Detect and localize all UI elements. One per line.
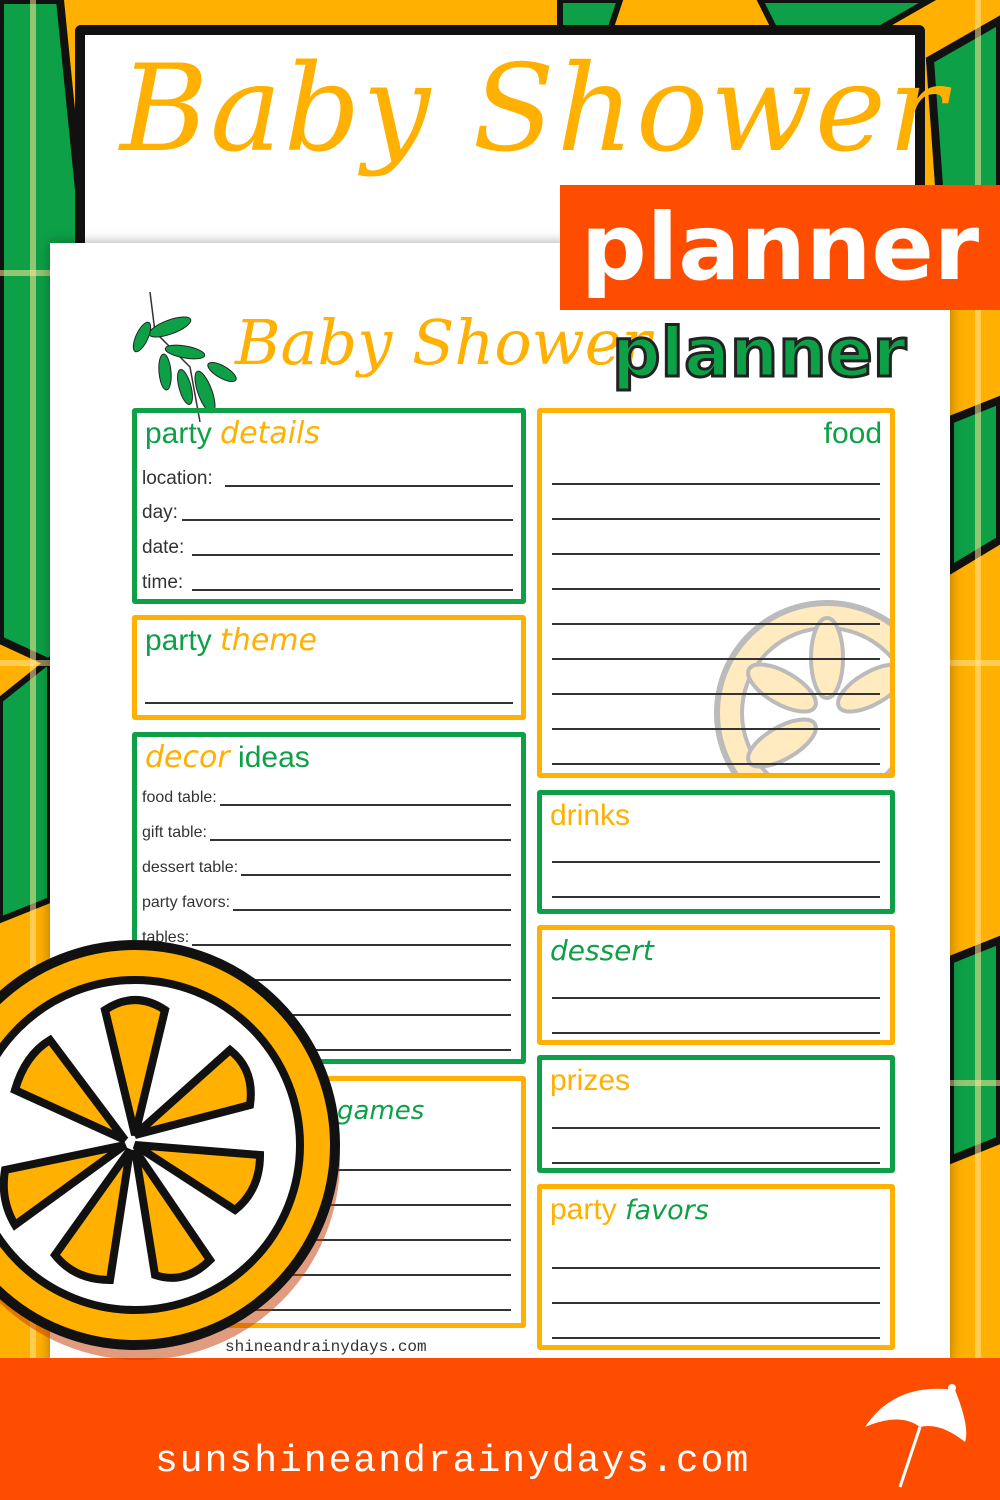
write-line[interactable] — [225, 485, 513, 487]
footer-url[interactable]: sunshineandrainydays.com — [155, 1440, 750, 1483]
write-line[interactable] — [192, 589, 513, 591]
heading-word: decor — [145, 740, 230, 775]
drinks-box: drinks — [537, 790, 895, 914]
header-planner-banner: planner — [560, 185, 1000, 310]
games-heading: games — [337, 1093, 424, 1126]
food-box: food — [537, 408, 895, 778]
heading-word: food — [823, 417, 882, 450]
write-line[interactable] — [552, 1032, 880, 1034]
heading-word: party — [145, 624, 212, 657]
heading-word: party — [550, 1193, 617, 1226]
dessert-box: dessert — [537, 925, 895, 1045]
party-favors-heading: party favors — [550, 1193, 709, 1226]
write-line[interactable] — [552, 896, 880, 898]
prizes-box: prizes — [537, 1055, 895, 1173]
party-details-box: party details location: day: date: time: — [132, 408, 526, 604]
write-line[interactable] — [552, 1162, 880, 1164]
prizes-heading: prizes — [550, 1064, 630, 1097]
orange-slice-icon — [0, 940, 340, 1360]
heading-word: details — [220, 416, 320, 451]
write-line[interactable] — [552, 728, 880, 730]
dessert-heading: dessert — [550, 934, 654, 967]
field-label-party-favors: party favors: — [142, 895, 234, 911]
write-line[interactable] — [552, 518, 880, 520]
write-line[interactable] — [552, 588, 880, 590]
party-details-heading: party details — [145, 417, 320, 450]
write-line[interactable] — [552, 1127, 880, 1129]
decor-ideas-heading: decor ideas — [145, 741, 310, 774]
write-line[interactable] — [552, 658, 880, 660]
field-label-location: location: — [142, 469, 216, 488]
heading-word: ideas — [238, 741, 310, 774]
party-theme-box: party theme — [132, 615, 526, 720]
write-line[interactable] — [552, 1302, 880, 1304]
sheet-title-script: Baby Shower — [235, 306, 652, 379]
write-line[interactable] — [182, 519, 513, 521]
field-label-date: date: — [142, 538, 188, 557]
heading-word: favors — [625, 1195, 709, 1226]
write-line[interactable] — [192, 554, 513, 556]
sheet-title-planner: planner — [610, 314, 907, 393]
heading-word: party — [145, 417, 212, 450]
drinks-heading: drinks — [550, 799, 630, 832]
umbrella-logo-icon — [865, 1384, 967, 1488]
heading-word: theme — [220, 623, 317, 658]
write-line[interactable] — [552, 553, 880, 555]
heading-word: drinks — [550, 799, 631, 832]
party-theme-heading: party theme — [145, 624, 317, 657]
field-label-time: time: — [142, 573, 187, 592]
write-line[interactable] — [552, 623, 880, 625]
write-line[interactable] — [552, 763, 880, 765]
write-line[interactable] — [552, 1337, 880, 1339]
header-title-script: Baby Shower — [120, 40, 948, 179]
field-label-dessert-table: dessert table: — [142, 860, 242, 876]
heading-word: dessert — [550, 934, 654, 967]
write-line[interactable] — [552, 693, 880, 695]
party-favors-box: party favors — [537, 1184, 895, 1350]
write-line[interactable] — [552, 997, 880, 999]
field-label-gift-table: gift table: — [142, 825, 210, 841]
heading-word: games — [337, 1096, 425, 1126]
heading-word: prizes — [550, 1064, 631, 1097]
food-heading: food — [824, 417, 882, 450]
write-line[interactable] — [552, 483, 880, 485]
field-label-food-table: food table: — [142, 790, 220, 806]
write-line[interactable] — [145, 702, 513, 704]
write-line[interactable] — [552, 1267, 880, 1269]
write-line[interactable] — [552, 861, 880, 863]
field-label-day: day: — [142, 503, 181, 522]
